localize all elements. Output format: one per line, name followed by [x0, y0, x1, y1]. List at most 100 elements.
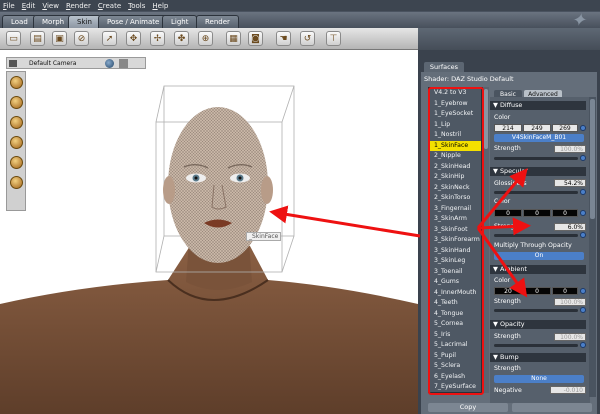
diffuse-strength-knob[interactable] [580, 155, 586, 161]
list-item[interactable]: 5_Pupil [429, 351, 481, 362]
diffuse-map-dropdown[interactable]: V4SkinFaceM_B01 [494, 134, 584, 142]
ambient-strength-value[interactable]: 100.0% [554, 298, 586, 306]
glossiness-slider[interactable] [494, 191, 578, 194]
viewport[interactable]: Default Camera _SkinFace [0, 50, 418, 414]
ambient-section-header[interactable]: ▼ Ambient [490, 265, 586, 274]
tab-surfaces[interactable]: Surfaces [424, 62, 464, 72]
specular-color-r[interactable]: 0 [494, 209, 522, 217]
zoom-icon[interactable] [10, 136, 23, 149]
orbit-icon[interactable] [10, 76, 23, 89]
save-icon[interactable]: ▣ [52, 31, 67, 46]
camera-selector[interactable]: Default Camera [29, 60, 76, 67]
specular-strength-value[interactable]: 6.0% [554, 223, 586, 231]
rotate-icon[interactable]: ✥ [126, 31, 141, 46]
menu-view[interactable]: View [42, 2, 59, 10]
tab-pose-animate[interactable]: Pose / Animate [98, 15, 169, 28]
specular-color-picker-icon[interactable] [580, 210, 586, 216]
display-mode-icon[interactable] [119, 59, 128, 68]
list-item[interactable]: 2_SkinHead [429, 162, 481, 173]
diffuse-color-b[interactable]: 269 [552, 124, 578, 132]
list-item[interactable]: 4_Gums [429, 277, 481, 288]
opacity-strength-knob[interactable] [580, 342, 586, 348]
list-item[interactable]: 3_Toenail [429, 267, 481, 278]
surface-list-scrollbar[interactable] [482, 87, 489, 393]
viewport-menu-icon[interactable] [9, 60, 17, 67]
copy-button[interactable]: Copy [428, 403, 508, 412]
hand-icon[interactable]: ☚ [276, 31, 291, 46]
node-icon[interactable]: ⊕ [198, 31, 213, 46]
list-item[interactable]: 6_Eyelash [429, 372, 481, 383]
ambient-color-r[interactable]: 20 [494, 287, 522, 295]
list-item[interactable]: 1_Eyebrow [429, 99, 481, 110]
roll-icon[interactable] [10, 176, 23, 189]
tab-load[interactable]: Load [2, 15, 37, 28]
stop-icon[interactable]: ⊘ [74, 31, 89, 46]
menu-help[interactable]: Help [152, 2, 168, 10]
select-icon[interactable]: ➚ [102, 31, 117, 46]
new-icon[interactable]: ▭ [6, 31, 21, 46]
list-item[interactable]: 5_Cornea [429, 319, 481, 330]
paste-button[interactable] [512, 403, 592, 412]
diffuse-color-picker-icon[interactable] [580, 125, 586, 131]
ambient-strength-slider[interactable] [494, 309, 578, 312]
list-item[interactable]: 1_Lip [429, 120, 481, 131]
list-item[interactable]: 4_Teeth [429, 298, 481, 309]
ambient-color-g[interactable]: 0 [523, 287, 551, 295]
menu-edit[interactable]: Edit [22, 2, 36, 10]
diffuse-strength-slider[interactable] [494, 157, 578, 160]
opacity-strength-value[interactable]: 100.0% [554, 333, 586, 341]
camera-icon[interactable]: ▦ [226, 31, 241, 46]
list-item[interactable]: 2_SkinTorso [429, 193, 481, 204]
list-item[interactable]: 3_Fingernail [429, 204, 481, 215]
list-item[interactable]: 3_SkinArm [429, 214, 481, 225]
bump-negative-value[interactable]: -0.010 [550, 386, 586, 394]
list-item[interactable]: 4_InnerMouth [429, 288, 481, 299]
menu-tools[interactable]: Tools [128, 2, 145, 10]
opacity-section-header[interactable]: ▼ Opacity [490, 320, 586, 329]
properties-scrollbar[interactable] [589, 97, 596, 397]
move-icon[interactable]: ✢ [150, 31, 165, 46]
ambient-color-b[interactable]: 0 [552, 287, 578, 295]
list-item[interactable]: 1_EyeSocket [429, 109, 481, 120]
opacity-strength-slider[interactable] [494, 344, 578, 347]
surface-list[interactable]: V4.2 to V3 1_Eyebrow 1_EyeSocket 1_Lip 1_No… [428, 87, 482, 393]
open-icon[interactable]: ▤ [30, 31, 45, 46]
list-item[interactable]: 2_SkinHip [429, 172, 481, 183]
globe-icon[interactable] [105, 59, 114, 68]
list-item[interactable]: 7_EyeSurface [429, 382, 481, 392]
render-icon[interactable]: ◙ [248, 31, 263, 46]
specular-color-b[interactable]: 0 [552, 209, 578, 217]
bump-map-dropdown[interactable]: None [494, 375, 584, 383]
diffuse-strength-value[interactable]: 100.0% [554, 145, 586, 153]
list-item[interactable]: 5_Iris [429, 330, 481, 341]
frame-icon[interactable] [10, 156, 23, 169]
specular-color-g[interactable]: 0 [523, 209, 551, 217]
list-item[interactable]: 1_Nostril [429, 130, 481, 141]
tab-light[interactable]: Light [162, 15, 198, 28]
glossiness-knob[interactable] [580, 189, 586, 195]
ambient-color-picker-icon[interactable] [580, 288, 586, 294]
pin-icon[interactable]: ⊤ [326, 31, 341, 46]
ambient-strength-knob[interactable] [580, 307, 586, 313]
spin-icon[interactable]: ↺ [300, 31, 315, 46]
list-header[interactable]: V4.2 to V3 [429, 88, 481, 99]
list-item[interactable]: 3_SkinLeg [429, 256, 481, 267]
list-item[interactable]: 5_Sclera [429, 361, 481, 372]
glossiness-value[interactable]: 54.2% [554, 179, 586, 187]
menu-file[interactable]: File [3, 2, 15, 10]
list-item[interactable]: 3_SkinForearm [429, 235, 481, 246]
diffuse-section-header[interactable]: ▼ Diffuse [490, 101, 586, 110]
multiply-opacity-toggle[interactable]: On [494, 252, 584, 260]
tab-render[interactable]: Render [196, 15, 239, 28]
list-item[interactable]: 2_SkinNeck [429, 183, 481, 194]
specular-section-header[interactable]: ▼ Specular [490, 167, 586, 176]
list-item[interactable]: 3_SkinFoot [429, 225, 481, 236]
diffuse-color-g[interactable]: 249 [523, 124, 551, 132]
scale-icon[interactable]: ✤ [174, 31, 189, 46]
list-item[interactable]: 4_Tongue [429, 309, 481, 320]
list-item[interactable]: 1_SkinFace [429, 140, 481, 151]
list-item[interactable]: 3_SkinHand [429, 246, 481, 257]
menu-render[interactable]: Render [66, 2, 91, 10]
menu-create[interactable]: Create [98, 2, 121, 10]
dolly-icon[interactable] [10, 116, 23, 129]
